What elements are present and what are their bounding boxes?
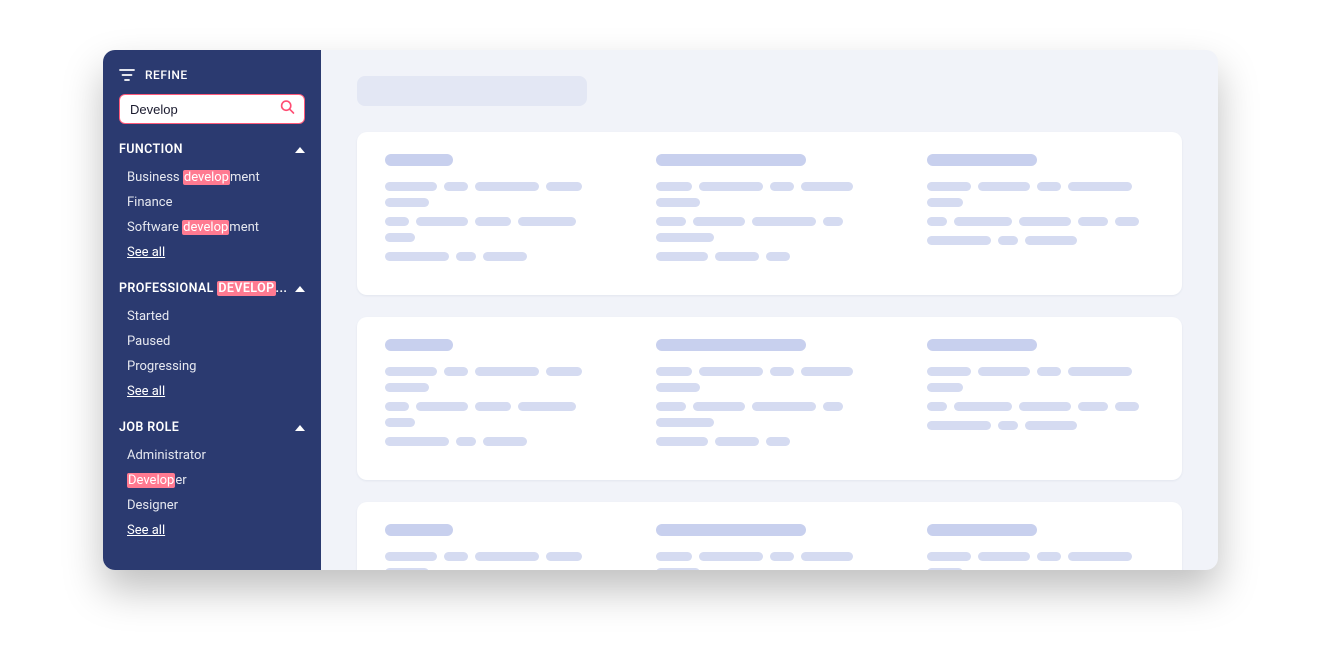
- filter-item[interactable]: Developer: [127, 468, 305, 493]
- result-column: [656, 154, 883, 271]
- refine-label: REFINE: [145, 68, 188, 82]
- result-column: [927, 339, 1154, 456]
- filter-section-title: PROFESSIONAL DEVELOP...: [119, 281, 287, 296]
- filter-item[interactable]: Business development: [127, 165, 305, 190]
- filter-section-title: JOB ROLE: [119, 420, 179, 435]
- filter-section-header[interactable]: FUNCTION: [119, 142, 305, 157]
- result-column: [656, 524, 883, 570]
- filter-item[interactable]: Finance: [127, 190, 305, 215]
- caret-up-icon: [295, 286, 305, 292]
- caret-up-icon: [295, 147, 305, 153]
- filter-section: FUNCTION Business developmentFinanceSoftw…: [119, 142, 305, 265]
- filter-section-title: FUNCTION: [119, 142, 183, 157]
- filter-items: AdministratorDeveloperDesignerSee all: [119, 443, 305, 543]
- search-icon[interactable]: [280, 100, 295, 119]
- result-column: [385, 524, 612, 570]
- result-column: [656, 339, 883, 456]
- result-column: [927, 154, 1154, 271]
- result-card: [357, 132, 1182, 295]
- see-all-link[interactable]: See all: [127, 240, 305, 265]
- search-input[interactable]: [119, 94, 305, 124]
- filter-section-header[interactable]: PROFESSIONAL DEVELOP...: [119, 281, 305, 296]
- see-all-link[interactable]: See all: [127, 379, 305, 404]
- placeholder-title: [656, 339, 806, 351]
- app-frame: REFINE FUNCTION Business developmentFinan…: [103, 50, 1218, 570]
- filter-item[interactable]: Progressing: [127, 354, 305, 379]
- main-content: [321, 50, 1218, 570]
- filter-section: PROFESSIONAL DEVELOP... StartedPausedProg…: [119, 281, 305, 404]
- placeholder-title: [927, 339, 1037, 351]
- filter-item[interactable]: Administrator: [127, 443, 305, 468]
- filter-item[interactable]: Started: [127, 304, 305, 329]
- filter-item[interactable]: Paused: [127, 329, 305, 354]
- result-card: [357, 502, 1182, 570]
- filter-items: Business developmentFinanceSoftware deve…: [119, 165, 305, 265]
- refine-header: REFINE: [119, 68, 305, 82]
- filter-item[interactable]: Designer: [127, 493, 305, 518]
- placeholder-title: [385, 339, 453, 351]
- filter-items: StartedPausedProgressingSee all: [119, 304, 305, 404]
- placeholder-title: [385, 154, 453, 166]
- result-column: [385, 339, 612, 456]
- result-column: [927, 524, 1154, 570]
- placeholder-title: [927, 154, 1037, 166]
- filter-section-header[interactable]: JOB ROLE: [119, 420, 305, 435]
- filter-section: JOB ROLE AdministratorDeveloperDesignerSe…: [119, 420, 305, 543]
- filter-item[interactable]: Software development: [127, 215, 305, 240]
- result-column: [385, 154, 612, 271]
- filter-icon: [119, 68, 135, 82]
- see-all-link[interactable]: See all: [127, 518, 305, 543]
- caret-up-icon: [295, 425, 305, 431]
- placeholder-title: [656, 524, 806, 536]
- search-wrap: [119, 94, 305, 124]
- placeholder-title: [927, 524, 1037, 536]
- placeholder-title: [656, 154, 806, 166]
- header-placeholder: [357, 76, 587, 106]
- result-card: [357, 317, 1182, 480]
- refine-sidebar: REFINE FUNCTION Business developmentFinan…: [103, 50, 321, 570]
- placeholder-title: [385, 524, 453, 536]
